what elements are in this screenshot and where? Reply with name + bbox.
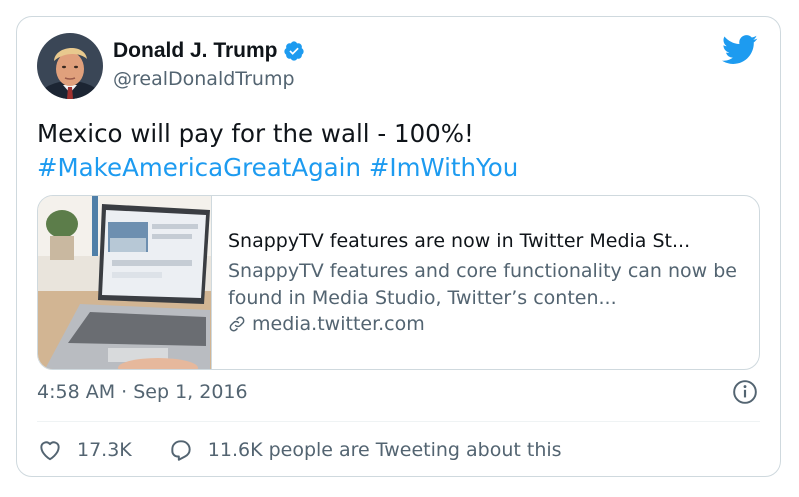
link-preview-domain[interactable]: media.twitter.com [228,313,425,335]
author-name[interactable]: Donald J. Trump [113,39,278,63]
like-count[interactable]: 17.3K [77,439,132,461]
author-handle[interactable]: @realDonaldTrump [113,68,295,90]
hashtag-link[interactable]: #MakeAmericaGreatAgain [37,153,361,182]
reply-bubble-icon [171,440,191,461]
tweet-card: Donald J. Trump @realDonaldTrump Mexico … [16,16,781,477]
heart-icon [40,441,60,461]
link-preview-card[interactable]: SnappyTV features are now in Twitter Med… [37,195,760,370]
link-preview-thumbnail[interactable] [38,196,212,369]
like-button[interactable]: 17.3K [37,437,132,463]
twitter-bird-icon[interactable] [722,35,758,65]
tweet-actions: 17.3K 11.6K people are Tweeting about th… [37,437,598,463]
link-preview-description: SnappyTV features and core functionality… [228,260,737,309]
hashtag-link[interactable]: #ImWithYou [369,153,518,182]
link-preview-domain-text[interactable]: media.twitter.com [252,313,425,335]
conversation-count[interactable]: 11.6K people are Tweeting about this [208,439,562,461]
tweet-timestamp[interactable]: 4:58 AM · Sep 1, 2016 [37,381,248,403]
author-name-row[interactable]: Donald J. Trump [113,39,305,63]
info-icon[interactable] [732,379,758,405]
verified-badge-icon [283,41,304,61]
tweet-text: Mexico will pay for the wall - 100%! #Ma… [37,117,757,185]
link-icon [229,316,245,332]
divider [37,421,760,422]
link-preview-title[interactable]: SnappyTV features are now in Twitter Med… [228,230,690,252]
tweet-text-main: Mexico will pay for the wall - 100%! [37,119,474,148]
avatar[interactable] [37,33,103,99]
conversation-button[interactable]: 11.6K people are Tweeting about this [168,437,562,463]
